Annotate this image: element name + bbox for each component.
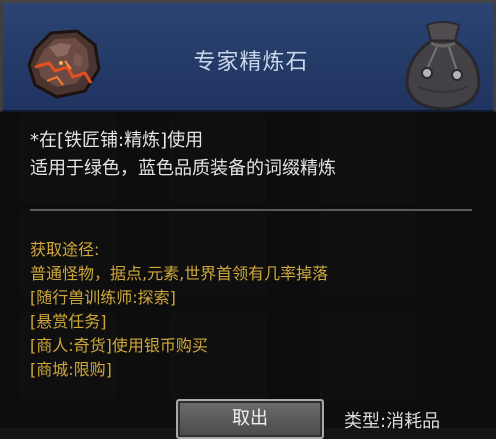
item-tooltip-panel: 专家精炼石 *在[铁匠铺:精炼]使用 适用于绿色，蓝色品质装备的词缀精炼 获取途… — [0, 0, 496, 439]
source-line: [商城:限购] — [30, 360, 112, 379]
source-heading: 获取途径: — [30, 240, 100, 259]
item-description-text: 适用于绿色，蓝色品质装备的词缀精炼 — [30, 158, 336, 179]
source-line: 普通怪物，据点,元素,世界首领有几率掉落 — [30, 264, 329, 283]
source-line: [悬赏任务] — [30, 312, 107, 331]
item-title: 专家精炼石 — [193, 50, 309, 75]
take-out-button[interactable]: 取出 — [176, 399, 324, 439]
item-type-label: 类型:消耗品 — [344, 411, 441, 432]
item-usage-text: *在[铁匠铺:精炼]使用 — [30, 130, 204, 151]
section-divider — [30, 209, 472, 211]
refining-stone-icon — [27, 29, 101, 99]
bag-icon — [405, 21, 481, 111]
item-header: 专家精炼石 — [0, 0, 496, 112]
source-line: [随行兽训练师:探索] — [30, 288, 176, 307]
source-line: [商人:奇货]使用银币购买 — [30, 336, 208, 355]
